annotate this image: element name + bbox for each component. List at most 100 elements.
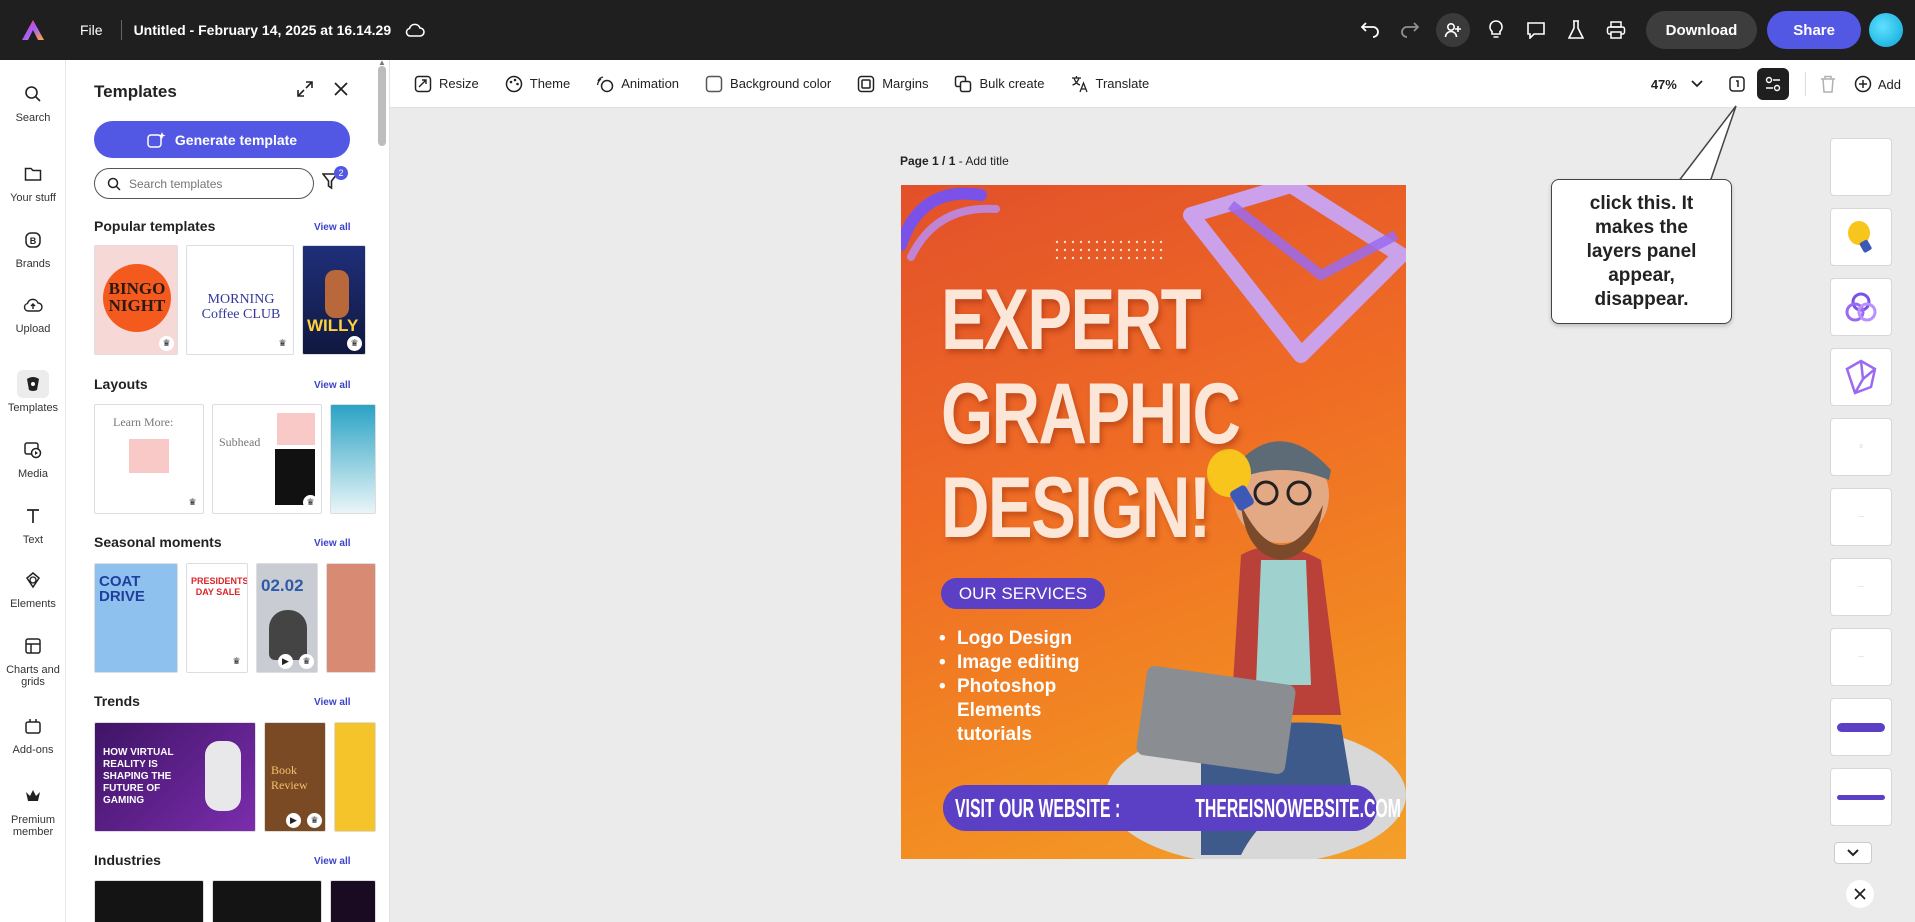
beta-flask-icon[interactable] (1556, 10, 1596, 50)
lightbulb-icon[interactable] (1476, 10, 1516, 50)
layer-thumb-purple-pill-2[interactable] (1830, 768, 1892, 826)
rail-item-text[interactable]: Text (0, 502, 66, 546)
rail-item-premium[interactable]: Premium member (0, 782, 66, 838)
seasonal-thumb-coat-drive[interactable]: COAT DRIVE (94, 563, 178, 673)
rail-item-upload[interactable]: Upload (0, 291, 66, 335)
view-all-trends-link[interactable]: View all (314, 697, 351, 708)
layout-thumb-ocean[interactable] (330, 404, 376, 514)
layout-thumb-subhead[interactable]: Subhead ♛ (212, 404, 322, 514)
translate-button[interactable]: Translate (1071, 75, 1149, 93)
close-icon[interactable] (332, 80, 350, 103)
view-all-popular-link[interactable]: View all (314, 222, 351, 233)
file-menu[interactable]: File (72, 18, 111, 42)
margins-button[interactable]: Margins (857, 75, 928, 93)
layers-panel-toggle-button[interactable] (1756, 68, 1789, 100)
layer-thumb-rings[interactable] (1830, 278, 1892, 336)
view-all-industries-link[interactable]: View all (314, 856, 351, 867)
download-button[interactable]: Download (1645, 11, 1758, 49)
comment-icon[interactable] (1516, 10, 1556, 50)
template-thumb-bingo[interactable]: BINGO NIGHT ♛ (94, 245, 178, 355)
document-title[interactable]: Untitled - February 14, 2025 at 16.14.29 (134, 22, 392, 38)
thumb-text: Subhead (219, 435, 261, 449)
left-rail: Search Your stuff B Brands Upload Templa… (0, 60, 66, 922)
layer-thumb-prism[interactable] (1830, 348, 1892, 406)
website-pill[interactable]: VISIT OUR WEBSITE : THEREISNOWEBSITE.COM (943, 785, 1401, 831)
share-button[interactable]: Share (1767, 11, 1861, 49)
premium-crown-icon: ♛ (159, 336, 174, 351)
template-thumb-morning-coffee[interactable]: MORNING Coffee CLUB ♛ (186, 245, 294, 355)
undo-icon[interactable] (1350, 10, 1390, 50)
rail-item-brands[interactable]: B Brands (0, 226, 66, 270)
trend-thumb-yellow[interactable] (334, 722, 376, 832)
industry-thumb-3[interactable] (330, 880, 376, 922)
adobe-express-logo-icon[interactable] (0, 0, 66, 60)
poster-headline[interactable]: EXPERT GRAPHIC DESIGN! (941, 273, 1241, 556)
view-all-seasonal-link[interactable]: View all (314, 538, 351, 549)
layout-thumb-learn-more[interactable]: Learn More: ♛ (94, 404, 204, 514)
section-title-layouts: Layouts (94, 376, 148, 392)
view-all-layouts-link[interactable]: View all (314, 380, 351, 391)
resize-button[interactable]: Resize (414, 75, 479, 93)
layer-thumb-lightbulb[interactable] (1830, 208, 1892, 266)
rail-item-templates[interactable]: Templates (0, 370, 66, 414)
seasonal-thumb-presidents[interactable]: PRESIDENTS' DAY SALE ♛ (186, 563, 248, 673)
layer-thumb-text-line[interactable]: — (1830, 628, 1892, 686)
animation-icon (597, 75, 614, 92)
layer-thumb-purple-pill[interactable] (1830, 698, 1892, 756)
trash-icon[interactable] (1820, 75, 1836, 93)
decorative-rings-shape (901, 187, 1000, 261)
poster-canvas[interactable]: EXPERT GRAPHIC DESIGN! OUR SERVICES Logo… (901, 185, 1406, 859)
thumb-text: Book Review (271, 763, 308, 792)
close-layers-button[interactable] (1846, 880, 1874, 908)
rail-item-search[interactable]: Search (0, 80, 66, 124)
pages-icon[interactable] (1727, 74, 1747, 94)
trend-thumb-vr[interactable]: HOW VIRTUAL REALITY IS SHAPING THE FUTUR… (94, 722, 256, 832)
add-label: Add (1877, 76, 1901, 92)
print-icon[interactable] (1596, 10, 1636, 50)
layer-thumb-text-website[interactable]: — (1830, 488, 1892, 546)
layer-thumb-background[interactable] (1830, 138, 1892, 196)
seasonal-thumb-groundhog[interactable]: 02.02 ▶ ♛ (256, 563, 318, 673)
rail-item-addons[interactable]: Add-ons (0, 712, 66, 756)
thumb-text: BINGO NIGHT (108, 279, 166, 315)
avatar[interactable] (1869, 13, 1903, 47)
cloud-sync-icon[interactable] (405, 23, 425, 37)
headline-line: DESIGN! (941, 460, 1211, 556)
industry-thumb-1[interactable] (94, 880, 204, 922)
rail-item-your-stuff[interactable]: Your stuff (0, 160, 66, 204)
search-templates-input[interactable] (129, 176, 289, 191)
rail-item-media[interactable]: Media (0, 436, 66, 480)
chevron-down-icon (1847, 849, 1859, 857)
redo-icon[interactable] (1390, 10, 1430, 50)
seasonal-thumb-date[interactable] (326, 563, 376, 673)
crown-icon (17, 782, 49, 810)
zoom-dropdown[interactable]: 47% (1651, 77, 1703, 92)
theme-button[interactable]: Theme (505, 75, 570, 93)
invite-user-icon[interactable] (1435, 13, 1470, 47)
animation-button[interactable]: Animation (596, 75, 679, 93)
generate-template-button[interactable]: Generate template (94, 121, 350, 158)
search-templates-field[interactable] (94, 168, 314, 199)
add-page-title[interactable]: - Add title (955, 154, 1009, 168)
background-color-button[interactable]: Background color (705, 75, 831, 93)
add-button[interactable]: Add (1854, 75, 1901, 93)
text-icon (17, 502, 49, 530)
service-item: Logo Design (939, 627, 1079, 651)
filter-count-badge: 2 (334, 166, 348, 180)
layers-scroll-down-button[interactable] (1834, 842, 1872, 864)
template-thumb-willy[interactable]: WILLY ♛ (302, 245, 366, 355)
search-icon (17, 80, 49, 108)
expand-icon[interactable] (296, 80, 314, 103)
premium-crown-icon: ♛ (275, 336, 290, 351)
rail-item-charts[interactable]: Charts and grids (0, 632, 66, 688)
rail-item-elements[interactable]: Elements (0, 566, 66, 610)
our-services-pill[interactable]: OUR SERVICES (941, 578, 1105, 609)
panel-scrollbar[interactable] (378, 66, 386, 146)
services-list[interactable]: Logo Design Image editing Photoshop Elem… (939, 627, 1079, 747)
layers-icon (1765, 76, 1781, 92)
trend-thumb-book-review[interactable]: Book Review ▶ ♛ (264, 722, 326, 832)
layer-thumb-text-services[interactable]: — (1830, 558, 1892, 616)
bulk-create-button[interactable]: Bulk create (954, 75, 1045, 93)
industry-thumb-2[interactable] (212, 880, 322, 922)
layer-thumb-text-list[interactable]: ≡ (1830, 418, 1892, 476)
